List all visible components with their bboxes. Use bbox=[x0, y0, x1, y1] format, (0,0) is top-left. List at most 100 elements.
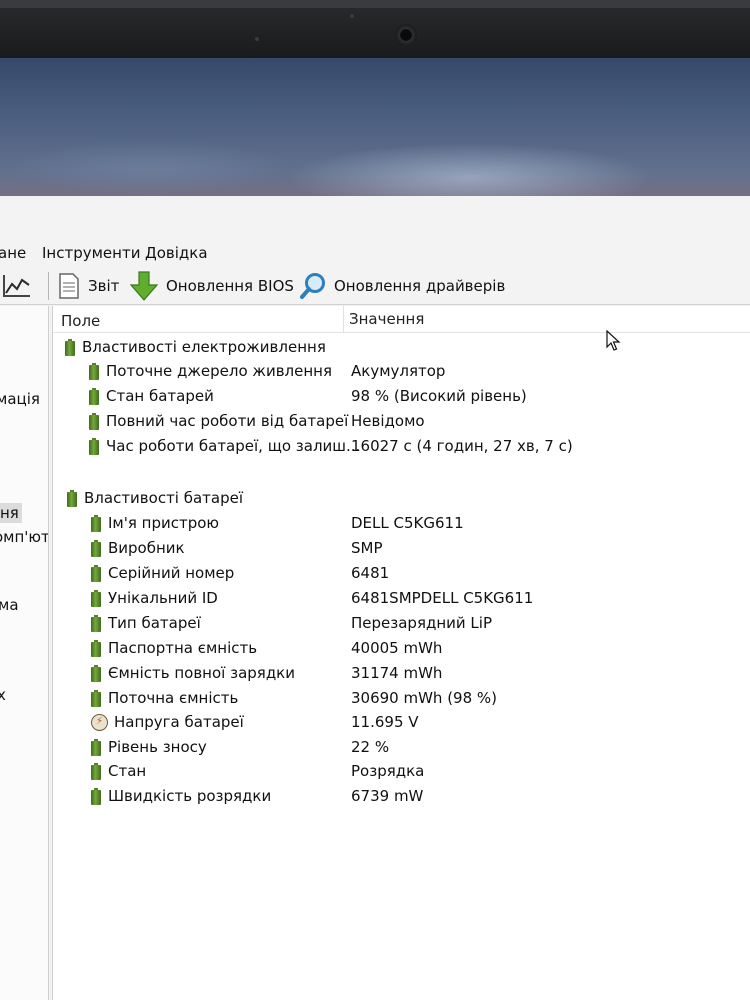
battery-icon bbox=[91, 539, 101, 557]
battery-icon bbox=[91, 689, 101, 707]
field-value: 30690 mWh (98 %) bbox=[351, 689, 498, 707]
group-title: Властивості батареї bbox=[84, 489, 244, 507]
field-value: Акумулятор bbox=[351, 362, 446, 380]
field-value: Розрядка bbox=[351, 762, 425, 780]
menu-tools[interactable]: Інструменти bbox=[42, 244, 140, 262]
field-label: Виробник bbox=[108, 539, 185, 557]
field-label: Поточне джерело живлення bbox=[106, 362, 332, 380]
tree-item-other[interactable]: х bbox=[0, 686, 6, 704]
menu-help[interactable]: Довідка bbox=[145, 244, 208, 262]
battery-icon bbox=[91, 639, 101, 657]
voltage-bolt-icon: ⚡ bbox=[91, 713, 108, 731]
field-label: Повний час роботи від батареї bbox=[106, 412, 349, 430]
field-value: DELL C5KG611 bbox=[351, 514, 464, 532]
field-label: Ємність повної зарядки bbox=[108, 664, 295, 682]
column-field[interactable]: Поле bbox=[61, 312, 100, 330]
battery-icon bbox=[67, 489, 77, 507]
bezel-sensor-dot bbox=[255, 37, 259, 41]
report-page-icon bbox=[59, 273, 79, 299]
battery-icon bbox=[89, 437, 99, 455]
battery-icon bbox=[91, 589, 101, 607]
field-label: Напруга батареї bbox=[114, 713, 244, 731]
battery-icon bbox=[91, 787, 101, 805]
field-label: Стан bbox=[108, 762, 147, 780]
table-row[interactable]: Поточне джерело живлення Акумулятор bbox=[53, 360, 750, 384]
table-row[interactable]: Рівень зносу 22 % bbox=[53, 736, 750, 760]
tree-item-information[interactable]: мація bbox=[0, 390, 40, 408]
tree-item-system[interactable]: ма bbox=[0, 596, 19, 614]
field-value: Перезарядний LiP bbox=[351, 614, 492, 632]
field-value: 22 % bbox=[351, 738, 390, 756]
laptop-bezel bbox=[0, 0, 750, 64]
field-label: Швидкість розрядки bbox=[108, 787, 272, 805]
driver-update-label: Оновлення драйверів bbox=[334, 277, 506, 295]
desktop-wallpaper bbox=[0, 58, 750, 208]
battery-icon bbox=[91, 614, 101, 632]
battery-icon bbox=[91, 664, 101, 682]
table-row[interactable]: Тип батареї Перезарядний LiP bbox=[53, 612, 750, 636]
battery-icon bbox=[91, 738, 101, 756]
bios-update-button[interactable]: Оновлення BIOS bbox=[130, 268, 294, 304]
table-row[interactable]: Ім'я пристрою DELL C5KG611 bbox=[53, 512, 750, 536]
field-label: Серійний номер bbox=[108, 564, 235, 582]
chart-button[interactable] bbox=[2, 268, 32, 304]
battery-icon bbox=[89, 412, 99, 430]
column-value[interactable]: Значення bbox=[349, 310, 424, 328]
field-value: 6481SMPDELL C5KG611 bbox=[351, 589, 534, 607]
navigation-tree: мація ня омп'ют ма х bbox=[0, 306, 49, 1000]
table-row[interactable]: Поточна ємність 30690 mWh (98 %) bbox=[53, 687, 750, 711]
table-row[interactable]: Паспортна ємність 40005 mWh bbox=[53, 637, 750, 661]
table-row[interactable]: Стан Розрядка bbox=[53, 760, 750, 784]
field-value: 40005 mWh bbox=[351, 639, 443, 657]
green-down-arrow-icon bbox=[130, 271, 158, 301]
column-divider[interactable] bbox=[343, 306, 344, 332]
field-label: Паспортна ємність bbox=[108, 639, 258, 657]
field-label: Час роботи батареї, що залиш... bbox=[106, 437, 361, 455]
report-button[interactable]: Звіт bbox=[58, 268, 119, 304]
table-row[interactable]: Швидкість розрядки 6739 mW bbox=[53, 785, 750, 809]
table-row[interactable]: Серійний номер 6481 bbox=[53, 562, 750, 586]
field-value: Невідомо bbox=[351, 412, 425, 430]
table-row[interactable]: ⚡ Напруга батареї 11.695 V bbox=[53, 711, 750, 735]
field-value: 6739 mW bbox=[351, 787, 424, 805]
details-list: Поле Значення Властивості електроживленн… bbox=[52, 306, 750, 1000]
bezel-edge bbox=[0, 0, 750, 8]
battery-icon bbox=[91, 564, 101, 582]
field-label: Рівень зносу bbox=[108, 738, 207, 756]
field-label: Тип батареї bbox=[108, 614, 201, 632]
tree-item-selected[interactable]: ня bbox=[0, 503, 22, 523]
tree-item-computer[interactable]: омп'ют bbox=[0, 528, 48, 546]
field-value: SMP bbox=[351, 539, 383, 557]
battery-icon bbox=[91, 762, 101, 780]
driver-update-button[interactable]: Оновлення драйверів bbox=[300, 268, 505, 304]
menu-view[interactable]: ане bbox=[0, 244, 26, 262]
field-value: 98 % (Високий рівень) bbox=[351, 387, 527, 405]
table-row[interactable]: Стан батарей 98 % (Високий рівень) bbox=[53, 385, 750, 409]
table-row[interactable]: Час роботи батареї, що залиш... 16027 с … bbox=[53, 435, 750, 459]
field-value: 6481 bbox=[351, 564, 390, 582]
group-power-properties[interactable]: Властивості електроживлення bbox=[53, 336, 750, 360]
aida-window: ане Інструменти Довідка Звіт Оновлення B… bbox=[0, 196, 750, 1000]
battery-icon bbox=[89, 387, 99, 405]
field-value: 31174 mWh bbox=[351, 664, 443, 682]
field-value: 11.695 V bbox=[351, 713, 419, 731]
webcam bbox=[395, 24, 417, 46]
mouse-pointer-icon bbox=[606, 330, 621, 351]
toolbar: Звіт Оновлення BIOS Оновлення драйверів bbox=[0, 268, 750, 305]
table-row[interactable]: Повний час роботи від батареї Невідомо bbox=[53, 410, 750, 434]
magnifier-icon bbox=[300, 273, 325, 299]
battery-icon bbox=[65, 338, 75, 356]
group-title: Властивості електроживлення bbox=[82, 338, 326, 356]
toolbar-separator bbox=[48, 272, 49, 300]
group-battery-properties[interactable]: Властивості батареї bbox=[53, 487, 750, 511]
bezel-sensor-left bbox=[350, 14, 354, 18]
table-row[interactable]: Унікальний ID 6481SMPDELL C5KG611 bbox=[53, 587, 750, 611]
list-header: Поле Значення bbox=[53, 306, 750, 333]
bios-update-label: Оновлення BIOS bbox=[166, 277, 294, 295]
field-label: Ім'я пристрою bbox=[108, 514, 220, 532]
field-label: Стан батарей bbox=[106, 387, 214, 405]
report-label: Звіт bbox=[88, 277, 120, 295]
menu-bar: ане Інструменти Довідка bbox=[0, 244, 750, 266]
table-row[interactable]: Виробник SMP bbox=[53, 537, 750, 561]
table-row[interactable]: Ємність повної зарядки 31174 mWh bbox=[53, 662, 750, 686]
